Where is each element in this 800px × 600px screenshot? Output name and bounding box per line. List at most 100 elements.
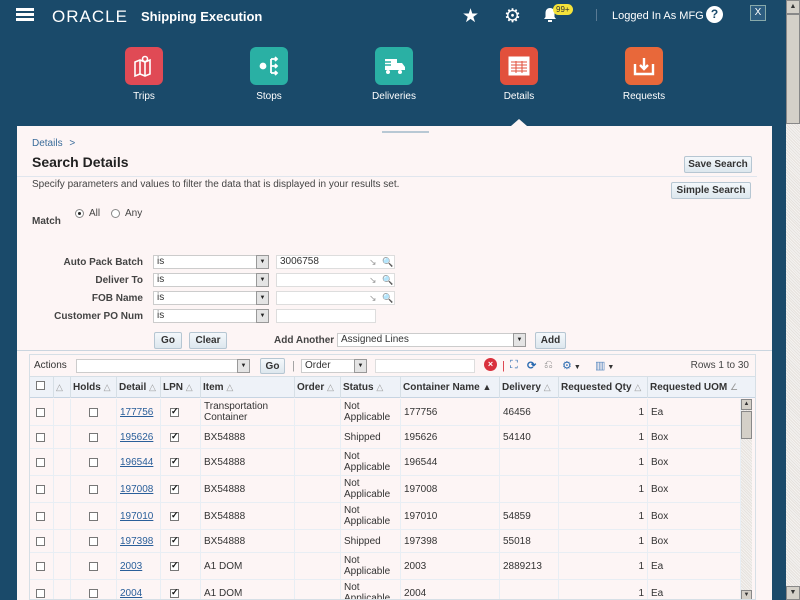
settings-gear-icon[interactable]: ⚙ ▼ (562, 359, 581, 372)
sort-icon[interactable]: △ (376, 382, 383, 392)
sort-ascending-icon[interactable]: ▲ (482, 382, 491, 392)
holds-checkbox[interactable] (89, 407, 98, 417)
search-go-button[interactable]: Go (154, 332, 182, 349)
holds-checkbox[interactable] (89, 484, 98, 494)
logged-in-user[interactable]: Logged In As MFG (612, 10, 704, 22)
sort-icon[interactable]: △ (634, 382, 641, 392)
scroll-thumb[interactable] (741, 411, 752, 439)
lpn-checkbox[interactable] (170, 560, 179, 571)
scroll-down-icon[interactable]: ▼ (741, 590, 752, 599)
auto-pack-batch-input[interactable]: 3006758 ↘ 🔍 (276, 255, 395, 269)
table-row[interactable]: 2003 A1 DOM Not Applicable 2003 2889213 1 Ea (30, 553, 742, 580)
sort-icon[interactable]: △ (149, 382, 156, 392)
help-icon[interactable]: ? (706, 6, 723, 23)
query-by-example-field-select[interactable]: Order ▼ (301, 359, 367, 373)
clear-filter-icon[interactable]: × (484, 358, 497, 371)
table-row[interactable]: 197010 BX54888 Not Applicable 197010 54859 1B… (30, 503, 742, 530)
sort-icon[interactable]: ∠ (730, 382, 738, 392)
favorites-star-icon[interactable]: ★ (462, 5, 479, 28)
lpn-checkbox[interactable] (170, 535, 179, 546)
detail-link[interactable]: 196544 (120, 457, 153, 468)
customer-po-num-input[interactable] (276, 309, 376, 323)
select-arrow-icon[interactable]: ↘ (369, 274, 377, 286)
actions-go-button[interactable]: Go (260, 358, 285, 374)
column-header-blank[interactable]: △ (54, 377, 71, 398)
customer-po-num-operator[interactable]: is ▼ (153, 309, 269, 323)
dropdown-arrow-icon[interactable]: ▼ (513, 333, 526, 347)
window-scroll-down-icon[interactable]: ▼ (786, 586, 800, 600)
detail-link[interactable]: 177756 (120, 407, 153, 418)
table-row[interactable]: 196544 BX54888 Not Applicable 196544 1 Box (30, 449, 742, 476)
dropdown-arrow-icon[interactable]: ▼ (256, 255, 269, 269)
lpn-checkbox[interactable] (170, 431, 179, 442)
sort-icon[interactable]: △ (186, 382, 193, 392)
row-select-checkbox[interactable] (36, 511, 45, 521)
row-select-checkbox[interactable] (36, 536, 45, 546)
holds-checkbox[interactable] (89, 511, 98, 521)
window-scroll-up-icon[interactable]: ▲ (786, 0, 800, 14)
reset-layout-icon[interactable]: ⎌ (544, 359, 553, 372)
column-header-requested-qty[interactable]: Requested Qty △ (559, 377, 648, 398)
springboard-requests[interactable]: Requests (604, 47, 684, 102)
row-select-checkbox[interactable] (36, 407, 45, 417)
dropdown-arrow-icon[interactable]: ▼ (256, 273, 269, 287)
save-search-button[interactable]: Save Search (684, 156, 752, 173)
select-all-checkbox[interactable] (36, 381, 45, 390)
detail-link[interactable]: 2003 (120, 561, 142, 572)
lpn-checkbox[interactable] (170, 456, 179, 467)
window-scroll-thumb[interactable] (786, 14, 800, 124)
window-vertical-scrollbar[interactable]: ▲ ▼ (786, 0, 800, 600)
holds-checkbox[interactable] (89, 588, 98, 598)
lpn-checkbox[interactable] (170, 406, 179, 417)
add-criterion-button[interactable]: Add (535, 332, 566, 349)
detail-link[interactable]: 197398 (120, 536, 153, 547)
actions-select[interactable]: ▼ (76, 359, 250, 373)
holds-checkbox[interactable] (89, 432, 98, 442)
refresh-icon[interactable]: ⟳ (527, 359, 536, 372)
row-select-checkbox[interactable] (36, 561, 45, 571)
detail-link[interactable]: 195626 (120, 432, 153, 443)
deliver-to-input[interactable]: ↘ 🔍 (276, 273, 395, 287)
detail-link[interactable]: 197008 (120, 484, 153, 495)
row-select-checkbox[interactable] (36, 432, 45, 442)
table-row[interactable]: 177756 Transportation Container Not Applic… (30, 399, 742, 426)
sort-icon[interactable]: △ (327, 382, 334, 392)
breadcrumb-details[interactable]: Details (32, 138, 63, 149)
columns-icon[interactable]: ▥ ▼ (595, 359, 614, 372)
holds-checkbox[interactable] (89, 561, 98, 571)
column-header-holds[interactable]: Holds △ (71, 377, 117, 398)
row-select-checkbox[interactable] (36, 484, 45, 494)
table-row[interactable]: 2004 A1 DOM Not Applicable 2004 1 Ea (30, 580, 742, 599)
column-header-delivery[interactable]: Delivery △ (500, 377, 559, 398)
scroll-up-icon[interactable]: ▲ (741, 399, 752, 410)
select-arrow-icon[interactable]: ↘ (369, 292, 377, 304)
panel-collapse-handle[interactable] (382, 131, 429, 133)
simple-search-button[interactable]: Simple Search (671, 182, 751, 199)
dropdown-arrow-icon[interactable]: ▼ (237, 359, 250, 373)
column-header-order[interactable]: Order △ (295, 377, 341, 398)
search-clear-button[interactable]: Clear (189, 332, 227, 349)
add-another-select[interactable]: Assigned Lines ▼ (337, 333, 526, 347)
auto-pack-batch-operator[interactable]: is ▼ (153, 255, 269, 269)
deliver-to-operator[interactable]: is ▼ (153, 273, 269, 287)
lpn-checkbox[interactable] (170, 510, 179, 521)
holds-checkbox[interactable] (89, 457, 98, 467)
row-select-checkbox[interactable] (36, 457, 45, 467)
dropdown-arrow-icon[interactable]: ▼ (354, 359, 367, 373)
select-arrow-icon[interactable]: ↘ (369, 256, 377, 268)
detach-table-icon[interactable]: ⛶ (510, 359, 518, 372)
settings-gear-icon[interactable]: ⚙ (504, 5, 521, 28)
table-vertical-scrollbar[interactable]: ▲ ▼ (741, 399, 752, 599)
lpn-checkbox[interactable] (170, 587, 179, 598)
lpn-checkbox[interactable] (170, 483, 179, 494)
close-window-icon[interactable]: X (750, 5, 766, 21)
detail-link[interactable]: 197010 (120, 511, 153, 522)
match-any-radio[interactable]: Any (111, 208, 142, 219)
filter-value-input[interactable] (375, 359, 475, 373)
column-header-detail[interactable]: Detail △ (117, 377, 161, 398)
sort-icon[interactable]: △ (56, 382, 63, 392)
row-select-checkbox[interactable] (36, 588, 45, 598)
sort-icon[interactable]: △ (104, 382, 111, 392)
search-lov-icon[interactable]: 🔍 (382, 256, 393, 268)
sort-icon[interactable]: △ (226, 382, 233, 392)
